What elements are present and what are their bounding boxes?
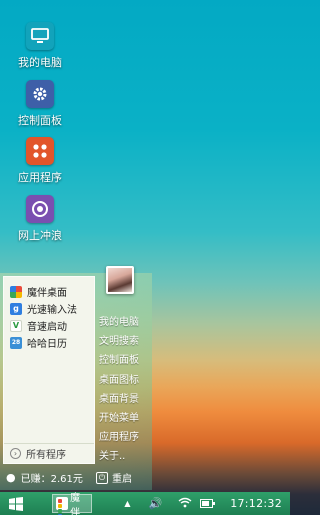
taskbar: 魔伴 ▲ 🔊 17:12:32 bbox=[0, 492, 290, 515]
menu-app-item[interactable]: 魔伴桌面 bbox=[4, 283, 94, 300]
taskbar-item-label: 魔伴 bbox=[70, 492, 81, 515]
desktop-icon-label: 控制面板 bbox=[18, 114, 62, 127]
menu-link-about[interactable]: 关于.. bbox=[99, 447, 151, 466]
user-avatar[interactable] bbox=[106, 266, 134, 294]
menu-app-label: 哈哈日历 bbox=[27, 339, 67, 350]
desktop-icon-control-panel[interactable]: 控制面板 bbox=[12, 80, 68, 128]
earnings-display: ● 已赚：2.61元 bbox=[0, 470, 96, 485]
money-bag-icon: ● bbox=[6, 471, 16, 484]
gear-icon bbox=[26, 80, 54, 108]
wifi-icon[interactable] bbox=[178, 497, 192, 511]
all-programs-button[interactable]: › 所有程序 bbox=[4, 443, 94, 463]
menu-link-applications[interactable]: 应用程序 bbox=[99, 428, 151, 447]
start-button[interactable] bbox=[0, 492, 32, 515]
desktop-icon-label: 应用程序 bbox=[18, 171, 62, 184]
desktop-icon-label: 网上冲浪 bbox=[18, 229, 62, 242]
desktop-icon-my-computer[interactable]: 我的电脑 bbox=[12, 22, 68, 70]
restart-button[interactable]: ⏻ 重启 bbox=[96, 470, 132, 485]
apps-grid-icon bbox=[26, 137, 54, 165]
start-menu-links: 我的电脑 文明搜索 控制面板 桌面图标 桌面背景 开始菜单 应用程序 关于.. bbox=[99, 313, 151, 467]
start-menu-app-list: 魔伴桌面 g 光速输入法 V 音速启动 28 哈哈日历 › 所有程序 bbox=[3, 276, 95, 464]
menu-app-label: 音速启动 bbox=[27, 322, 67, 333]
arrow-right-icon: › bbox=[10, 448, 21, 459]
menu-app-label: 光速输入法 bbox=[27, 305, 77, 316]
tray-expand-icon[interactable]: ▲ bbox=[124, 499, 130, 508]
start-menu-footer: ● 已赚：2.61元 ⏻ 重启 bbox=[0, 465, 152, 490]
browser-icon bbox=[26, 195, 54, 223]
taskbar-item-moban[interactable]: 魔伴 bbox=[52, 493, 92, 515]
earnings-label: 已赚：2.61元 bbox=[20, 474, 83, 485]
monitor-icon bbox=[26, 22, 54, 50]
desktop-icon-web-browser[interactable]: 网上冲浪 bbox=[12, 195, 68, 243]
keyboard-g-icon: g bbox=[10, 302, 22, 315]
menu-app-item[interactable]: 28 哈哈日历 bbox=[4, 334, 94, 351]
clock[interactable]: 17:12:32 bbox=[230, 497, 282, 510]
menu-link-search[interactable]: 文明搜索 bbox=[99, 332, 151, 351]
battery-icon[interactable] bbox=[200, 499, 216, 508]
desktop-icon-label: 我的电脑 bbox=[18, 56, 62, 69]
v-launcher-icon: V bbox=[10, 319, 22, 332]
pinwheel-icon bbox=[56, 497, 69, 515]
power-icon: ⏻ bbox=[96, 471, 108, 484]
system-tray: ▲ 🔊 17:12:32 bbox=[124, 492, 290, 515]
all-programs-label: 所有程序 bbox=[26, 450, 66, 461]
menu-app-item[interactable]: g 光速输入法 bbox=[4, 300, 94, 317]
calendar-icon: 28 bbox=[10, 336, 22, 349]
menu-link-start-menu[interactable]: 开始菜单 bbox=[99, 409, 151, 428]
volume-icon[interactable]: 🔊 bbox=[148, 497, 162, 510]
menu-link-desktop-icons[interactable]: 桌面图标 bbox=[99, 371, 151, 390]
desktop-icon-applications[interactable]: 应用程序 bbox=[12, 137, 68, 185]
menu-app-label: 魔伴桌面 bbox=[27, 288, 67, 299]
windows-logo-icon bbox=[9, 496, 23, 511]
menu-link-control-panel[interactable]: 控制面板 bbox=[99, 351, 151, 370]
menu-app-item[interactable]: V 音速启动 bbox=[4, 317, 94, 334]
restart-label: 重启 bbox=[112, 474, 132, 485]
menu-link-desktop-background[interactable]: 桌面背景 bbox=[99, 390, 151, 409]
pinwheel-icon bbox=[10, 285, 22, 298]
menu-link-my-computer[interactable]: 我的电脑 bbox=[99, 313, 151, 332]
